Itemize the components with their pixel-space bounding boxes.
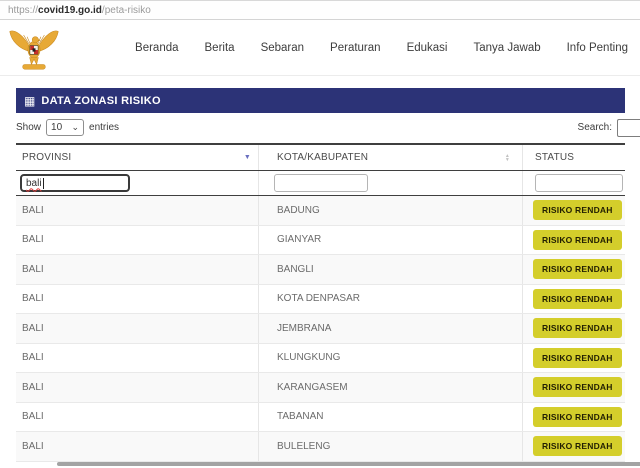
column-header-kota-kabupaten[interactable]: KOTA/KABUPATEN ▲▼: [259, 145, 523, 170]
entries-label: entries: [89, 122, 119, 133]
status-badge[interactable]: RISIKO RENDAH: [533, 289, 622, 309]
status-badge[interactable]: RISIKO RENDAH: [533, 200, 622, 220]
table-row: BALIBANGLI RISIKO RENDAH: [16, 255, 625, 285]
status-badge[interactable]: RISIKO RENDAH: [533, 259, 622, 279]
cell-provinsi: BALI: [16, 255, 259, 284]
table-row: BALITABANAN RISIKO RENDAH: [16, 403, 625, 433]
text-caret: [43, 178, 44, 189]
cell-kota-kabupaten: BANGLI: [259, 255, 523, 284]
cell-status: RISIKO RENDAH: [523, 255, 625, 284]
main-nav: Beranda Berita Sebaran Peraturan Edukasi…: [135, 20, 628, 75]
table-row: BALIJEMBRANA RISIKO RENDAH: [16, 314, 625, 344]
column-header-provinsi[interactable]: PROVINSI ▼: [16, 145, 259, 170]
nav-item-beranda[interactable]: Beranda: [135, 42, 178, 54]
table-header-row: PROVINSI ▼ KOTA/KABUPATEN ▲▼ STATUS: [16, 145, 625, 171]
cell-status: RISIKO RENDAH: [523, 196, 625, 225]
table-row: BALIGIANYAR RISIKO RENDAH: [16, 226, 625, 256]
search-input[interactable]: [617, 119, 640, 137]
nav-item-sebaran[interactable]: Sebaran: [261, 42, 304, 54]
status-badge[interactable]: RISIKO RENDAH: [533, 348, 622, 368]
cell-provinsi: BALI: [16, 314, 259, 343]
status-badge[interactable]: RISIKO RENDAH: [533, 230, 622, 250]
table-controls: Show 10 ⌄ entries Search:: [16, 114, 625, 141]
cell-kota-kabupaten: KOTA DENPASAR: [259, 285, 523, 314]
table-body: BALIBADUNGRISIKO RENDAHBALIGIANYARRISIKO…: [16, 196, 625, 462]
cell-status: RISIKO RENDAH: [523, 344, 625, 373]
cell-provinsi: BALI: [16, 373, 259, 402]
search-label: Search:: [578, 122, 612, 133]
table-grid-icon: ▦: [24, 95, 35, 107]
cell-kota-kabupaten: KARANGASEM: [259, 373, 523, 402]
cell-kota-kabupaten: GIANYAR: [259, 226, 523, 255]
status-badge[interactable]: RISIKO RENDAH: [533, 377, 622, 397]
kota-filter-input[interactable]: [274, 174, 368, 192]
provinsi-filter-input[interactable]: bali: [20, 174, 130, 192]
show-label: Show: [16, 122, 41, 133]
cell-status: RISIKO RENDAH: [523, 432, 625, 461]
cell-kota-kabupaten: BULELENG: [259, 432, 523, 461]
cell-kota-kabupaten: BADUNG: [259, 196, 523, 225]
cell-kota-kabupaten: TABANAN: [259, 403, 523, 432]
site-header: Beranda Berita Sebaran Peraturan Edukasi…: [0, 20, 640, 76]
browser-url-bar[interactable]: https://covid19.go.id/peta-risiko: [0, 0, 640, 20]
cell-kota-kabupaten: KLUNGKUNG: [259, 344, 523, 373]
cell-status: RISIKO RENDAH: [523, 314, 625, 343]
page-url: https://covid19.go.id/peta-risiko: [8, 5, 151, 16]
cell-provinsi: BALI: [16, 403, 259, 432]
page-size-select[interactable]: 10 ⌄: [46, 119, 84, 136]
page: https://covid19.go.id/peta-risiko Berand…: [0, 0, 640, 468]
nav-item-peraturan[interactable]: Peraturan: [330, 42, 381, 54]
table-row: BALIBADUNG RISIKO RENDAH: [16, 196, 625, 226]
cell-status: RISIKO RENDAH: [523, 226, 625, 255]
search-control: Search:: [578, 119, 640, 137]
table-row: BALIKARANGASEM RISIKO RENDAH: [16, 373, 625, 403]
section-title: DATA ZONASI RISIKO: [41, 95, 160, 107]
garuda-pancasila-logo: [8, 23, 60, 78]
risk-zone-table: PROVINSI ▼ KOTA/KABUPATEN ▲▼ STATUS bali: [16, 143, 625, 462]
show-entries-control: Show 10 ⌄ entries: [16, 119, 119, 136]
cell-status: RISIKO RENDAH: [523, 403, 625, 432]
chevron-down-icon: ⌄: [71, 125, 79, 130]
cell-provinsi: BALI: [16, 285, 259, 314]
cell-status: RISIKO RENDAH: [523, 285, 625, 314]
section-banner: ▦ DATA ZONASI RISIKO: [16, 88, 625, 113]
main-content: ▦ DATA ZONASI RISIKO Show 10 ⌄ entries S…: [0, 76, 640, 462]
cell-kota-kabupaten: JEMBRANA: [259, 314, 523, 343]
page-size-value: 10: [51, 122, 62, 133]
status-badge[interactable]: RISIKO RENDAH: [533, 407, 622, 427]
footer-divider-bar: [57, 462, 640, 466]
status-badge[interactable]: RISIKO RENDAH: [533, 436, 622, 456]
cell-status: RISIKO RENDAH: [523, 373, 625, 402]
table-row: BALIKLUNGKUNG RISIKO RENDAH: [16, 344, 625, 374]
table-row: BALIKOTA DENPASAR RISIKO RENDAH: [16, 285, 625, 315]
table-row: BALIBULELENG RISIKO RENDAH: [16, 432, 625, 462]
cell-provinsi: BALI: [16, 226, 259, 255]
sort-desc-icon[interactable]: ▼: [244, 154, 251, 161]
cell-provinsi: BALI: [16, 344, 259, 373]
status-badge[interactable]: RISIKO RENDAH: [533, 318, 622, 338]
nav-item-info-penting[interactable]: Info Penting: [567, 42, 628, 54]
cell-provinsi: BALI: [16, 432, 259, 461]
table-filter-row: bali: [16, 171, 625, 196]
column-header-status[interactable]: STATUS: [523, 145, 625, 170]
sort-both-icon[interactable]: ▲▼: [505, 154, 510, 162]
nav-item-edukasi[interactable]: Edukasi: [407, 42, 448, 54]
nav-item-tanya-jawab[interactable]: Tanya Jawab: [473, 42, 540, 54]
cell-provinsi: BALI: [16, 196, 259, 225]
nav-item-berita[interactable]: Berita: [205, 42, 235, 54]
status-filter-input[interactable]: [535, 174, 623, 192]
